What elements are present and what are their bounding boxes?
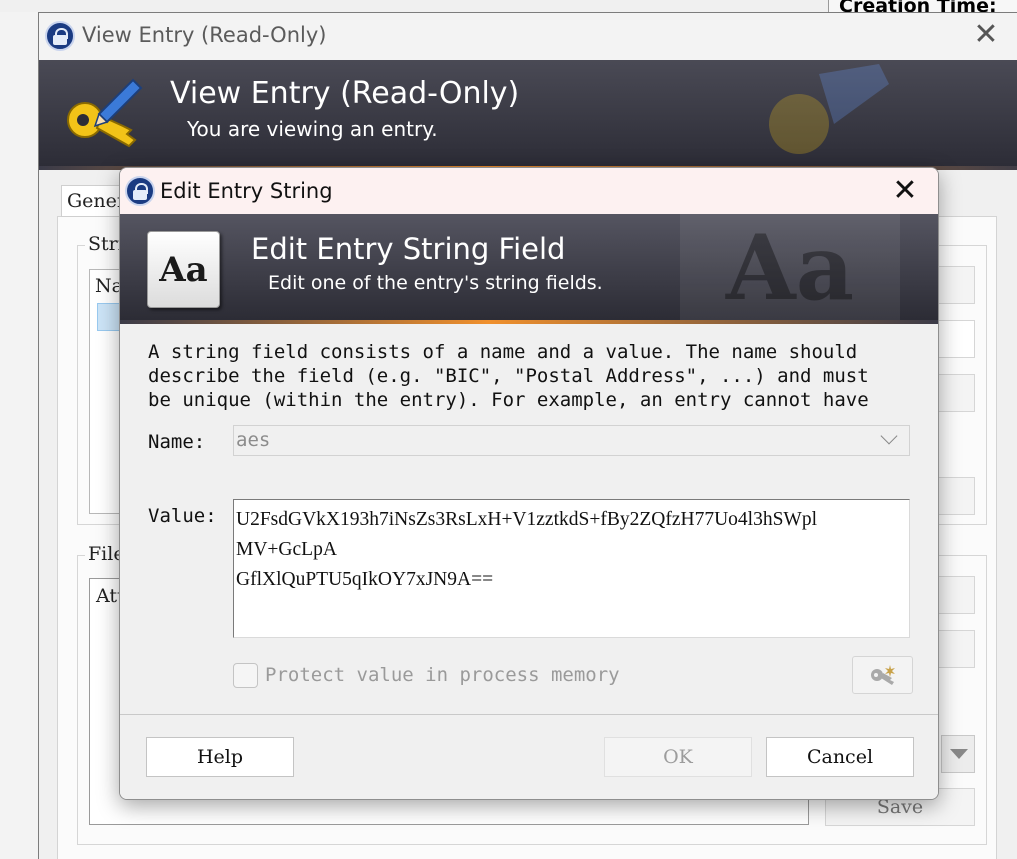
dialog-banner-subtitle: Edit one of the entry's string fields. (268, 272, 603, 294)
ok-button[interactable]: OK (604, 737, 752, 777)
text-aa-watermark-icon: Aa (680, 214, 900, 322)
key-watermark-icon (769, 64, 889, 154)
name-field-value: aes (236, 429, 271, 451)
value-label: Value: (148, 505, 217, 527)
text-aa-icon: Aa (147, 231, 220, 308)
password-generator-icon (871, 665, 895, 685)
view-entry-titlebar: View Entry (Read-Only) ✕ (39, 13, 1017, 60)
protect-value-checkbox[interactable] (233, 663, 258, 688)
key-pencil-icon (67, 78, 143, 148)
dialog-banner-title: Edit Entry String Field (251, 232, 566, 266)
view-entry-banner: View Entry (Read-Only) You are viewing a… (39, 60, 1017, 168)
app-lock-icon (45, 21, 75, 51)
dialog-titlebar: Edit Entry String ✕ (120, 168, 938, 214)
cancel-button[interactable]: Cancel (766, 737, 914, 777)
help-button[interactable]: Help (146, 737, 294, 777)
view-entry-banner-title: View Entry (Read-Only) (170, 76, 520, 111)
dialog-banner: Aa Aa Edit Entry String Field Edit one o… (120, 214, 938, 322)
chevron-down-icon[interactable] (941, 735, 975, 773)
name-label: Name: (148, 431, 206, 453)
app-lock-icon (125, 176, 155, 206)
close-icon[interactable]: ✕ (885, 173, 925, 209)
view-entry-banner-subtitle: You are viewing an entry. (187, 117, 438, 141)
value-textarea[interactable]: U2FsdGVkX193h7iNsZs3RsLxH+V1zztkdS+fBy2Z… (233, 499, 910, 638)
name-field: aes (233, 425, 910, 456)
dialog-description: A string field consists of a name and a … (148, 341, 869, 411)
banner-divider (120, 320, 938, 324)
protect-value-label: Protect value in process memory (265, 664, 620, 686)
close-icon[interactable]: ✕ (969, 19, 1003, 53)
password-generator-button[interactable] (852, 656, 913, 694)
dialog-title: Edit Entry String (160, 179, 333, 203)
chevron-down-icon (880, 427, 898, 445)
view-entry-window-title: View Entry (Read-Only) (82, 23, 327, 47)
dialog-footer: Help OK Cancel (120, 715, 938, 799)
edit-entry-string-dialog: Edit Entry String ✕ Aa Aa Edit Entry Str… (119, 167, 939, 800)
